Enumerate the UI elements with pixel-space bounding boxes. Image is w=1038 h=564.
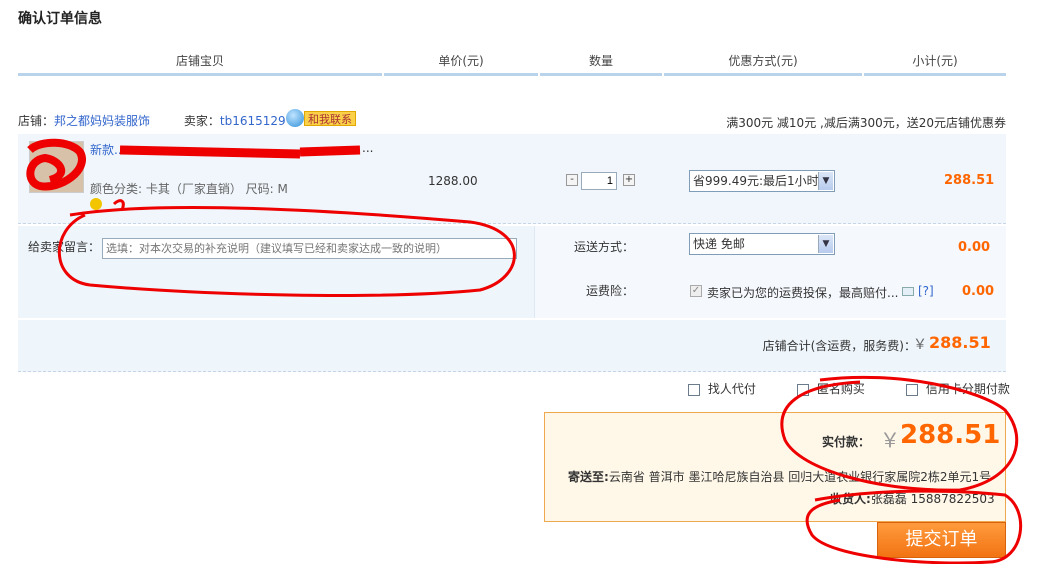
receiver-value: 张磊磊 15887822503 bbox=[870, 492, 995, 506]
shop-info: 店铺：邦之都妈妈装服饰 卖家：tb1615129 bbox=[18, 112, 286, 129]
proxy-pay-option[interactable]: 找人代付 bbox=[688, 380, 756, 397]
item-title-link[interactable]: 新款... bbox=[90, 141, 125, 158]
chat-icon bbox=[286, 109, 304, 127]
message-input[interactable] bbox=[102, 238, 517, 259]
comment-icon[interactable] bbox=[902, 287, 914, 296]
shop-total-label: 店铺合计(含运费，服务费)： bbox=[762, 339, 916, 353]
paid-label: 实付款： bbox=[822, 435, 871, 449]
shop-total-amount: 288.51 bbox=[929, 333, 991, 352]
insurance-checkbox: ✓ bbox=[690, 285, 702, 297]
installment-option[interactable]: 信用卡分期付款 bbox=[906, 380, 1010, 397]
paid-amount: 288.51 bbox=[900, 420, 1001, 450]
column-header-price: 单价(元) bbox=[384, 46, 538, 76]
item-price: 1288.00 bbox=[428, 174, 478, 188]
item-attributes: 颜色分类: 卡其（厂家直销） 尺码: M bbox=[90, 182, 288, 196]
item-row bbox=[18, 134, 1006, 224]
anonymous-option[interactable]: 匿名购买 bbox=[797, 380, 865, 397]
qty-minus-button[interactable]: - bbox=[566, 174, 578, 186]
receiver-label: 收货人: bbox=[830, 492, 871, 506]
message-label: 给卖家留言： bbox=[28, 240, 101, 254]
item-title-tail: ... bbox=[362, 141, 374, 155]
shipping-selected-value: 快递 免邮 bbox=[693, 237, 745, 251]
column-header-item: 店铺宝贝 bbox=[18, 46, 382, 76]
paid-currency: ￥ bbox=[880, 428, 900, 452]
insurance-help-link[interactable]: [?] bbox=[918, 284, 934, 298]
installment-label: 信用卡分期付款 bbox=[925, 382, 1010, 396]
column-header-discount: 优惠方式(元) bbox=[664, 46, 862, 76]
insurance-fee: 0.00 bbox=[962, 284, 995, 299]
item-subtotal: 288.51 bbox=[944, 173, 995, 188]
insurance-label: 运费险： bbox=[586, 284, 635, 298]
proxy-pay-checkbox[interactable] bbox=[688, 383, 700, 396]
item-thumbnail[interactable] bbox=[29, 141, 84, 193]
shop-promo: 满300元 减10元 ,减后满300元，送20元店铺优惠券 bbox=[726, 116, 1006, 130]
shipping-label: 运送方式： bbox=[574, 240, 635, 254]
contact-label: 和我联系 bbox=[304, 111, 356, 126]
anonymous-checkbox[interactable] bbox=[797, 383, 809, 396]
shipping-select[interactable]: 快递 免邮 ▼ bbox=[689, 233, 835, 255]
discount-select[interactable]: 省999.49元:最后1小时 ▼ bbox=[689, 170, 835, 192]
column-header-qty: 数量 bbox=[540, 46, 662, 76]
anonymous-label: 匿名购买 bbox=[816, 382, 865, 396]
chevron-down-icon: ▼ bbox=[818, 235, 833, 253]
submit-order-button[interactable]: 提交订单 bbox=[877, 522, 1006, 558]
receiver: 收货人:张磊磊 15887822503 bbox=[830, 490, 995, 507]
installment-checkbox[interactable] bbox=[906, 383, 918, 396]
qty-input[interactable] bbox=[581, 172, 617, 190]
ship-to-address: 云南省 普洱市 墨江哈尼族自治县 回归大道农业银行家属院2栋2单元1号 bbox=[608, 470, 992, 484]
shop-name-link[interactable]: 邦之都妈妈装服饰 bbox=[54, 114, 150, 128]
ship-to-label: 寄送至: bbox=[568, 470, 609, 484]
shipping-fee: 0.00 bbox=[958, 240, 991, 255]
qty-plus-button[interactable]: + bbox=[623, 174, 635, 186]
seller-label: 卖家： bbox=[183, 114, 220, 128]
shop-total-currency: ￥ bbox=[913, 337, 927, 353]
column-header-subtotal: 小计(元) bbox=[864, 46, 1006, 76]
discount-selected-value: 省999.49元:最后1小时 bbox=[693, 174, 819, 188]
shop-label: 店铺： bbox=[18, 114, 55, 128]
chevron-down-icon: ▼ bbox=[818, 172, 833, 190]
badge-icon bbox=[90, 198, 102, 210]
insurance-text: 卖家已为您的运费投保，最高赔付... bbox=[707, 286, 899, 300]
proxy-pay-label: 找人代付 bbox=[707, 382, 756, 396]
page-title: 确认订单信息 bbox=[18, 11, 102, 27]
ship-to: 寄送至:云南省 普洱市 墨江哈尼族自治县 回归大道农业银行家属院2栋2单元1号 bbox=[568, 468, 991, 485]
seller-id-link[interactable]: tb1615129 bbox=[220, 114, 286, 128]
